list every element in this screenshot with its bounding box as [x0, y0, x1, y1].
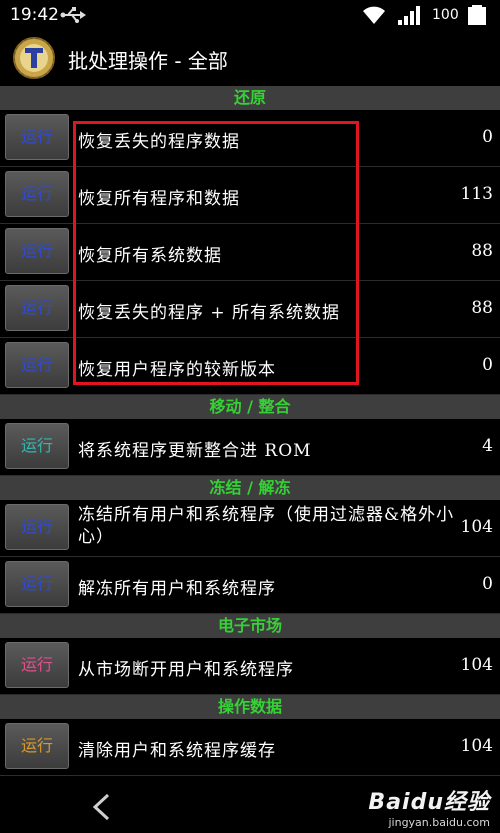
watermark: Baidu经验 jingyan.baidu.com	[368, 784, 490, 829]
batch-actions-list: 还原 运行 恢复丢失的程序数据 0 运行 恢复所有程序和数据 113 运行 恢复所有系统数据 88…	[0, 86, 500, 776]
usb-icon	[60, 7, 86, 23]
titanium-backup-icon[interactable]	[12, 36, 56, 80]
run-button[interactable]: 运行	[5, 504, 69, 550]
item-count: 0	[482, 127, 493, 147]
run-button[interactable]: 运行	[5, 171, 69, 217]
batch-action-row: 运行 从市场断开用户和系统程序 104	[0, 638, 500, 695]
item-count: 104	[460, 655, 493, 675]
item-count: 0	[482, 355, 493, 375]
batch-action-row: 运行 冻结所有用户和系统程序（使用过滤器&格外小心） 104	[0, 500, 500, 557]
item-count: 104	[460, 736, 493, 756]
item-count: 88	[471, 298, 493, 318]
signal-icon	[398, 6, 420, 25]
back-icon[interactable]	[88, 792, 114, 822]
batch-action-row: 运行 将系统程序更新整合进 ROM 4	[0, 419, 500, 476]
battery-level: 100	[432, 7, 459, 23]
batch-action-row: 运行 恢复所有程序和数据 113	[0, 167, 500, 224]
action-label: 恢复所有程序和数据	[78, 189, 240, 209]
run-button[interactable]: 运行	[5, 114, 69, 160]
section-header: 移动 / 整合	[0, 395, 500, 419]
action-label: 恢复丢失的程序 + 所有系统数据	[78, 303, 341, 323]
item-count: 0	[482, 574, 493, 594]
action-label: 冻结所有用户和系统程序（使用过滤器&格外小心）	[78, 505, 455, 547]
status-time: 19:42	[10, 5, 59, 25]
batch-action-row: 运行 解冻所有用户和系统程序 0	[0, 557, 500, 614]
run-button[interactable]: 运行	[5, 642, 69, 688]
batch-action-row: 运行 恢复丢失的程序数据 0	[0, 110, 500, 167]
item-count: 88	[471, 241, 493, 261]
action-label: 恢复丢失的程序数据	[78, 132, 240, 152]
batch-action-row: 运行 清除用户和系统程序缓存 104	[0, 719, 500, 776]
app-bar: 批处理操作 - 全部	[0, 32, 500, 84]
action-label: 从市场断开用户和系统程序	[78, 660, 294, 680]
section-header: 还原	[0, 86, 500, 110]
action-label: 恢复所有系统数据	[78, 246, 222, 266]
battery-icon	[468, 5, 486, 25]
section-header: 电子市场	[0, 614, 500, 638]
item-count: 104	[460, 517, 493, 537]
status-bar: 19:42 100	[0, 0, 500, 32]
action-label: 清除用户和系统程序缓存	[78, 741, 276, 761]
run-button[interactable]: 运行	[5, 228, 69, 274]
run-button[interactable]: 运行	[5, 285, 69, 331]
item-count: 4	[482, 436, 493, 456]
section-header: 操作数据	[0, 695, 500, 719]
section-header: 冻结 / 解冻	[0, 476, 500, 500]
run-button[interactable]: 运行	[5, 342, 69, 388]
page-title: 批处理操作 - 全部	[68, 49, 228, 73]
batch-action-row: 运行 恢复丢失的程序 + 所有系统数据 88	[0, 281, 500, 338]
run-button[interactable]: 运行	[5, 423, 69, 469]
watermark-domain: jingyan.baidu.com	[388, 816, 490, 829]
batch-action-row: 运行 恢复所有系统数据 88	[0, 224, 500, 281]
item-count: 113	[460, 184, 493, 204]
batch-action-row: 运行 恢复用户程序的较新版本 0	[0, 338, 500, 395]
run-button[interactable]: 运行	[5, 561, 69, 607]
navigation-bar: Baidu经验 jingyan.baidu.com	[0, 780, 500, 833]
action-label: 将系统程序更新整合进 ROM	[78, 441, 312, 461]
action-label: 解冻所有用户和系统程序	[78, 579, 276, 599]
wifi-icon	[363, 6, 385, 24]
action-label: 恢复用户程序的较新版本	[78, 360, 276, 380]
run-button[interactable]: 运行	[5, 723, 69, 769]
watermark-logo: Baidu经验	[368, 790, 490, 815]
